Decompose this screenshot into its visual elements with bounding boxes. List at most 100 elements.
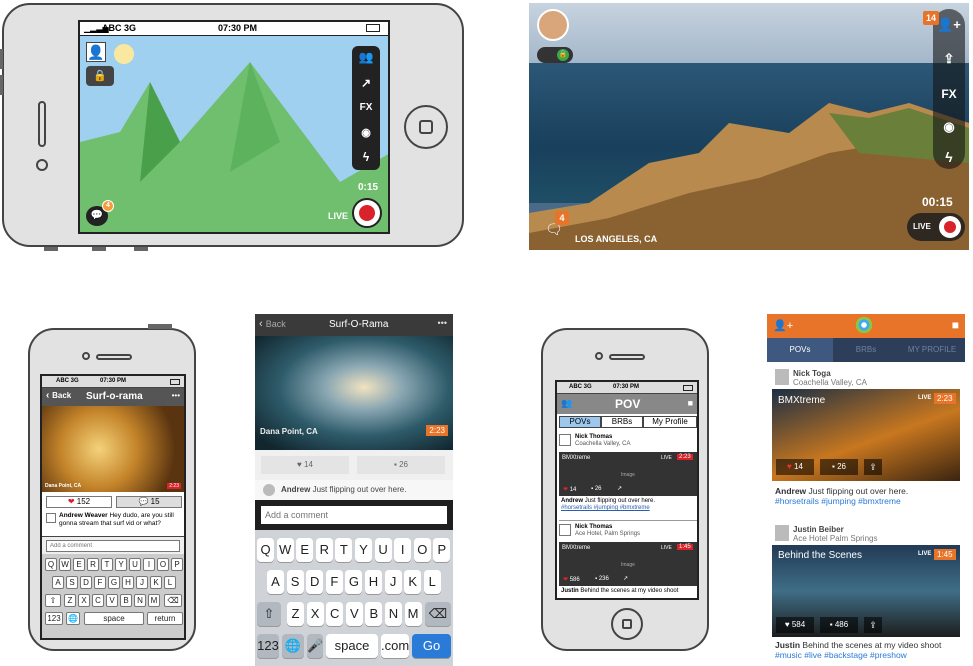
share-icon[interactable]: ↗ [623,575,628,582]
comment-input[interactable] [46,540,180,552]
backspace-key[interactable]: ⌫ [425,602,451,626]
numbers-key[interactable]: 123 [45,612,63,625]
tab-my-profile[interactable]: MY PROFILE [899,338,965,362]
key-q[interactable]: Q [45,558,57,571]
key-d[interactable]: D [80,576,92,589]
more-button[interactable]: ••• [438,318,447,328]
likes-count[interactable]: ❤ 14 [563,486,576,493]
key-n[interactable]: N [134,594,146,607]
key-t[interactable]: T [335,538,353,562]
home-button[interactable] [611,608,643,640]
key-o[interactable]: O [157,558,169,571]
video-camera-icon[interactable]: ■ [688,398,693,408]
caption-tags[interactable]: #music #live #backstage #preshow [775,650,907,660]
back-button[interactable]: ‹ Back [46,390,71,401]
key-m[interactable]: M [404,602,422,626]
key-k[interactable]: K [404,570,422,594]
caption-tags[interactable]: #horsetrails #jumping #bmxtreme [775,496,901,506]
key-c[interactable]: C [92,594,104,607]
globe-key[interactable]: 🌐 [282,634,304,658]
video-card[interactable]: Behind the Scenes LIVE 1:45 ♥ 584 ▪ 486 … [772,545,960,637]
key-b[interactable]: B [365,602,383,626]
like-button[interactable]: ♥ 14 [261,456,349,474]
likes-count[interactable]: ❤ 586 [563,576,580,583]
mic-key[interactable]: 🎤 [307,634,323,658]
key-e[interactable]: E [296,538,314,562]
dotcom-key[interactable]: .com [381,634,409,658]
key-m[interactable]: M [148,594,160,607]
key-i[interactable]: I [143,558,155,571]
lock-icon[interactable]: 🔒 [86,66,114,86]
comment-input[interactable] [261,506,447,524]
key-r[interactable]: R [87,558,99,571]
add-friend-icon[interactable]: 👤+ [773,319,793,332]
key-f[interactable]: F [94,576,106,589]
key-w[interactable]: W [276,538,294,562]
key-v[interactable]: V [106,594,118,607]
key-l[interactable]: L [423,570,441,594]
key-s[interactable]: S [286,570,304,594]
key-i[interactable]: I [394,538,412,562]
key-g[interactable]: G [345,570,363,594]
share-icon[interactable]: ⇪ [864,617,882,633]
key-a[interactable]: A [52,576,64,589]
share-icon[interactable]: ↗ [617,485,622,492]
key-y[interactable]: Y [115,558,127,571]
add-user-icon[interactable]: 👥 [352,50,380,64]
key-z[interactable]: Z [64,594,76,607]
fx-button[interactable]: FX [933,87,965,101]
key-t[interactable]: T [101,558,113,571]
camera-icon[interactable]: ◉ [352,126,380,139]
key-h[interactable]: H [122,576,134,589]
comments-count[interactable]: ▪ 26 [591,486,602,492]
key-x[interactable]: X [78,594,90,607]
key-u[interactable]: U [129,558,141,571]
tab-my-profile[interactable]: My Profile [643,416,697,428]
video-thumbnail[interactable]: Dana Point, CA 2:23 [255,336,453,450]
share-icon[interactable]: ⇪ [933,51,965,67]
caption-tags[interactable]: #horsetrails #jumping #bmxtreme [561,505,650,511]
like-button[interactable]: ❤ 152 [46,496,112,508]
comment-button[interactable]: ▪ 26 [820,459,858,475]
more-button[interactable]: ••• [172,391,180,400]
key-p[interactable]: P [171,558,183,571]
record-pill[interactable]: LIVE [907,213,965,241]
flash-icon[interactable]: ϟ [933,149,965,165]
flash-icon[interactable]: ϟ [352,150,380,164]
key-f[interactable]: F [325,570,343,594]
key-y[interactable]: Y [355,538,372,562]
tab-povs[interactable]: POVs [559,416,601,428]
tab-povs[interactable]: POVs [767,338,833,362]
key-z[interactable]: Z [287,602,304,626]
globe-key[interactable]: 🌐 [66,612,80,625]
key-s[interactable]: S [66,576,78,589]
key-h[interactable]: H [365,570,382,594]
video-card[interactable]: BMXtreme LIVE 2:23 Image ❤ 14 ▪ 26 ↗ [559,452,697,496]
numbers-key[interactable]: 123 [257,634,279,658]
tab-brbs[interactable]: BRBs [601,416,643,428]
space-key[interactable]: space [84,612,144,625]
record-button[interactable] [352,198,382,228]
shift-key[interactable]: ⇧ [45,594,61,607]
key-u[interactable]: U [374,538,392,562]
key-c[interactable]: C [326,602,344,626]
go-key[interactable]: Go [412,634,451,658]
avatar-icon[interactable]: 👤 [86,42,106,62]
like-button[interactable]: ♥ 584 [776,617,814,633]
privacy-toggle[interactable]: 🔒 [537,47,573,63]
comment-button[interactable]: ▪ 26 [357,456,445,474]
key-v[interactable]: V [345,602,363,626]
share-icon[interactable]: ⇪ [864,459,882,475]
video-camera-icon[interactable]: ■ [952,318,959,332]
tab-brbs[interactable]: BRBs [833,338,899,362]
key-l[interactable]: L [164,576,176,589]
record-button[interactable] [939,216,961,238]
video-card[interactable]: BMXtreme LIVE 1:45 Image ❤ 586 ▪ 236 ↗ [559,542,697,586]
camera-icon[interactable]: ◉ [933,119,965,135]
like-button[interactable]: ♥ 14 [776,459,814,475]
key-x[interactable]: X [306,602,324,626]
shift-key[interactable]: ⇧ [257,602,281,626]
avatar[interactable] [537,9,569,41]
friends-icon[interactable]: 👥 [561,398,572,409]
back-button[interactable]: ‹ Back [259,318,286,330]
